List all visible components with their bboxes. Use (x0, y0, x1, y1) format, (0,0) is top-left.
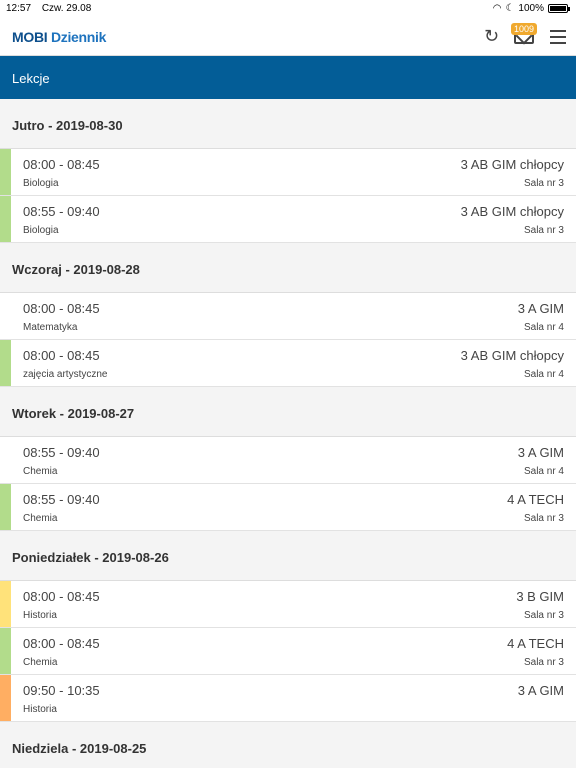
lesson-color-bar (0, 149, 11, 195)
day-header: Niedziela - 2019-08-25 (0, 722, 576, 768)
refresh-icon[interactable]: ↻ (484, 26, 499, 46)
lesson-row[interactable]: 08:00 - 08:45 Biologia 3 AB GIM chłopcy Sal… (0, 149, 576, 196)
lesson-row[interactable]: 08:00 - 08:45 Matematyka 3 A GIM Sala nr 4 (0, 293, 576, 340)
lesson-class: 3 A GIM (517, 683, 564, 698)
lesson-color-bar (0, 293, 11, 339)
lesson-row[interactable]: 08:55 - 09:40 Chemia 3 A GIM Sala nr 4 (0, 437, 576, 484)
lesson-room: Sala nr 3 (523, 610, 564, 621)
lesson-subject: Chemia (23, 657, 58, 668)
lesson-time: 08:55 - 09:40 (23, 492, 100, 507)
day-header: Poniedziałek - 2019-08-26 (0, 531, 576, 581)
lessons-list: Jutro - 2019-08-30 08:00 - 08:45 Biologia 3… (0, 99, 576, 768)
lesson-subject: Chemia (23, 466, 58, 477)
lesson-subject: Historia (23, 704, 57, 715)
page-title: Lekcje (12, 71, 50, 86)
lesson-room: Sala nr 3 (523, 225, 564, 236)
lesson-color-bar (0, 437, 11, 483)
menu-icon[interactable] (550, 30, 566, 48)
message-count-badge: 1009 (511, 23, 538, 35)
lesson-row[interactable]: 08:55 - 09:40 Biologia 3 AB GIM chłopcy Sal… (0, 196, 576, 243)
lesson-subject: Chemia (23, 513, 58, 524)
lesson-color-bar (0, 196, 11, 242)
lesson-class: 3 B GIM (516, 589, 564, 604)
lesson-room: Sala nr 4 (523, 369, 564, 380)
lesson-time: 08:00 - 08:45 (23, 157, 100, 172)
day-header: Wtorek - 2019-08-27 (0, 387, 576, 437)
app-header: MOBI Dziennik ↻ 1009 (0, 18, 576, 56)
lesson-class: 4 A TECH (507, 492, 564, 507)
lesson-time: 08:00 - 08:45 (23, 589, 100, 604)
lesson-room: Sala nr 4 (523, 466, 564, 477)
status-date: Czw. 29.08 (41, 3, 92, 14)
lesson-time: 08:55 - 09:40 (23, 204, 100, 219)
lesson-subject: Biologia (23, 225, 59, 236)
lesson-room: Sala nr 3 (523, 178, 564, 189)
status-bar: 12:57 Czw. 29.08 ◠ ☾ 100% (0, 0, 576, 18)
moon-icon: ☾ (505, 3, 515, 14)
logo-mobi: MOBI (12, 29, 48, 45)
wifi-icon: ◠ (492, 3, 502, 14)
lesson-time: 08:00 - 08:45 (23, 348, 100, 363)
lesson-room: Sala nr 3 (523, 513, 564, 524)
lesson-room: Sala nr 3 (523, 657, 564, 668)
lesson-color-bar (0, 484, 11, 530)
lesson-color-bar (0, 628, 11, 674)
lesson-color-bar (0, 675, 11, 721)
lesson-row[interactable]: 08:00 - 08:45 Chemia 4 A TECH Sala nr 3 (0, 628, 576, 675)
logo-dziennik: Dziennik (50, 29, 107, 45)
lesson-subject: Historia (23, 610, 57, 621)
lesson-row[interactable]: 08:00 - 08:45 Historia 3 B GIM Sala nr 3 (0, 581, 576, 628)
lesson-class: 4 A TECH (507, 636, 564, 651)
app-logo: MOBI Dziennik (12, 29, 106, 45)
lesson-color-bar (0, 581, 11, 627)
lesson-row[interactable]: 09:50 - 10:35 Historia 3 A GIM (0, 675, 576, 722)
lesson-subject: Biologia (23, 178, 59, 189)
lesson-row[interactable]: 08:55 - 09:40 Chemia 4 A TECH Sala nr 3 (0, 484, 576, 531)
lesson-time: 09:50 - 10:35 (23, 683, 100, 698)
lesson-time: 08:55 - 09:40 (23, 445, 100, 460)
lesson-class: 3 AB GIM chłopcy (460, 204, 564, 219)
status-time: 12:57 (6, 3, 32, 14)
lesson-time: 08:00 - 08:45 (23, 636, 100, 651)
page-title-bar: Lekcje (0, 56, 576, 99)
lesson-subject: Matematyka (23, 322, 78, 333)
battery-percent: 100% (518, 3, 544, 14)
lesson-class: 3 A GIM (517, 301, 564, 316)
lesson-time: 08:00 - 08:45 (23, 301, 100, 316)
lesson-row[interactable]: 08:00 - 08:45 zajęcia artystyczne 3 AB GIM… (0, 340, 576, 387)
lesson-class: 3 AB GIM chłopcy (460, 348, 564, 363)
lesson-subject: zajęcia artystyczne (23, 369, 108, 380)
lesson-color-bar (0, 340, 11, 386)
day-header: Jutro - 2019-08-30 (0, 99, 576, 149)
lesson-room: Sala nr 4 (523, 322, 564, 333)
battery-icon (548, 4, 570, 13)
lesson-class: 3 A GIM (517, 445, 564, 460)
lesson-class: 3 AB GIM chłopcy (460, 157, 564, 172)
day-header: Wczoraj - 2019-08-28 (0, 243, 576, 293)
